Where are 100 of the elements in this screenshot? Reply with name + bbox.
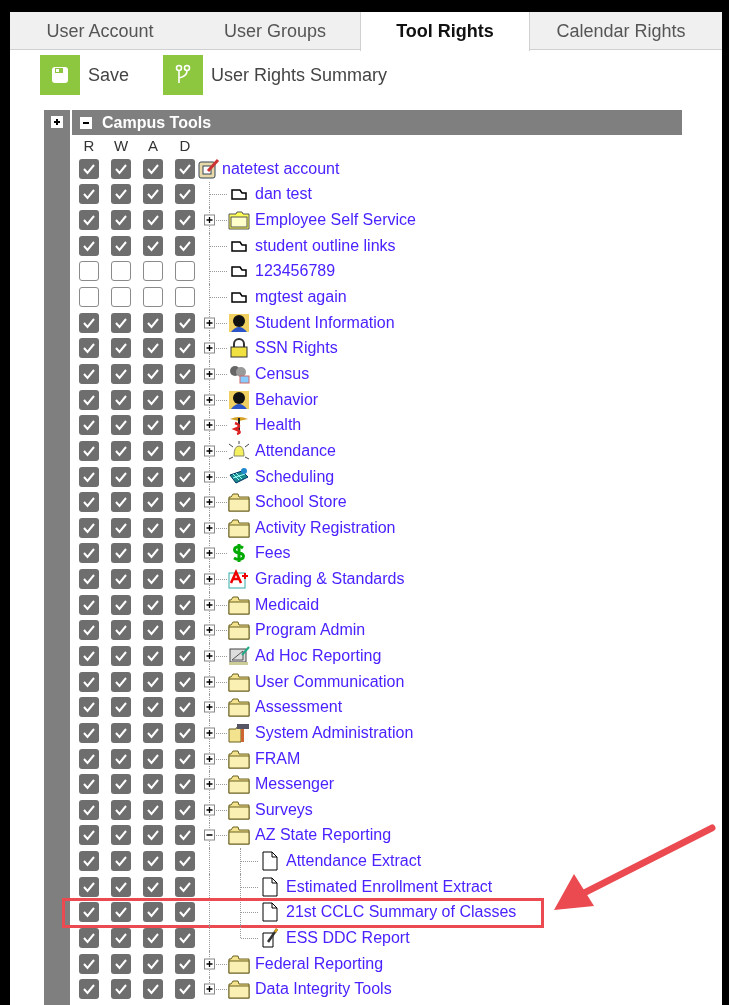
checkbox[interactable] (175, 876, 195, 897)
tree-link[interactable]: Messenger (255, 772, 335, 797)
checkbox[interactable] (111, 415, 131, 436)
checkbox[interactable] (79, 646, 99, 666)
expand-icon[interactable] (204, 342, 215, 354)
checkbox[interactable] (111, 928, 131, 949)
tab[interactable]: User Groups (190, 12, 360, 51)
checkbox[interactable] (175, 953, 195, 974)
checkbox[interactable] (175, 517, 195, 538)
tree-link[interactable]: Federal Reporting (255, 951, 384, 976)
checkbox[interactable] (175, 210, 195, 231)
checkbox[interactable] (143, 748, 163, 769)
tree-link[interactable]: Census (255, 361, 310, 386)
summary-button[interactable]: User Rights Summary (211, 61, 388, 89)
checkbox[interactable] (111, 851, 131, 872)
expand-icon[interactable] (51, 116, 63, 128)
expand-icon[interactable] (204, 624, 215, 636)
checkbox[interactable] (143, 594, 163, 615)
checkbox[interactable] (79, 953, 99, 974)
checkbox[interactable] (111, 697, 131, 718)
tab[interactable]: Calendar Rights (530, 12, 712, 51)
checkbox[interactable] (175, 722, 195, 743)
tree-link[interactable]: 123456789 (255, 259, 336, 284)
checkbox[interactable] (79, 517, 99, 538)
checkbox[interactable] (111, 953, 131, 974)
checkbox[interactable] (79, 440, 99, 461)
save-button[interactable]: Save (88, 61, 130, 89)
tree-link[interactable]: dan test (255, 182, 312, 207)
checkbox[interactable] (79, 876, 99, 897)
checkbox[interactable] (79, 774, 99, 795)
expand-icon[interactable] (204, 701, 215, 713)
expand-icon[interactable] (204, 394, 215, 406)
checkbox[interactable] (79, 415, 99, 436)
tree-link[interactable]: Behavior (255, 387, 319, 412)
tree-link[interactable]: Data Integrity Tools (255, 977, 392, 1002)
expand-icon[interactable] (204, 804, 215, 816)
tab[interactable]: Tool Rights (360, 12, 530, 51)
checkbox[interactable] (111, 261, 131, 282)
expand-icon[interactable] (204, 983, 215, 995)
checkbox[interactable] (143, 492, 163, 513)
checkbox[interactable] (143, 953, 163, 974)
checkbox[interactable] (143, 697, 163, 718)
checkbox[interactable] (143, 235, 163, 256)
checkbox[interactable] (143, 569, 163, 590)
checkbox[interactable] (143, 184, 163, 205)
checkbox[interactable] (175, 184, 195, 205)
checkbox[interactable] (175, 466, 195, 487)
tree-link[interactable]: Student Information (255, 310, 395, 335)
checkbox[interactable] (79, 363, 99, 384)
checkbox[interactable] (111, 287, 131, 307)
checkbox[interactable] (175, 338, 195, 359)
checkbox[interactable] (175, 646, 195, 666)
checkbox[interactable] (79, 338, 99, 359)
checkbox[interactable] (175, 261, 195, 282)
checkbox[interactable] (79, 671, 99, 692)
expand-icon[interactable] (204, 958, 215, 970)
checkbox[interactable] (143, 312, 163, 333)
checkbox[interactable] (111, 492, 131, 513)
expand-icon[interactable] (204, 727, 215, 739)
tree-link[interactable]: Attendance (255, 438, 336, 463)
tree-link[interactable]: Health (255, 413, 302, 438)
checkbox[interactable] (111, 569, 131, 590)
tree-link[interactable]: mgtest again (255, 285, 347, 309)
checkbox[interactable] (79, 312, 99, 333)
checkbox[interactable] (111, 748, 131, 769)
tree-link[interactable]: FRAM (255, 746, 301, 771)
expand-icon[interactable] (204, 471, 215, 482)
checkbox[interactable] (143, 774, 163, 795)
checkbox[interactable] (143, 671, 163, 692)
checkbox[interactable] (111, 620, 131, 641)
tree-link[interactable]: User Communication (255, 669, 405, 694)
checkbox[interactable] (175, 671, 195, 692)
checkbox[interactable] (143, 287, 163, 307)
checkbox[interactable] (143, 825, 163, 846)
checkbox[interactable] (143, 646, 163, 666)
checkbox[interactable] (143, 466, 163, 487)
checkbox[interactable] (175, 569, 195, 590)
checkbox[interactable] (79, 620, 99, 641)
checkbox[interactable] (111, 517, 131, 538)
checkbox[interactable] (143, 620, 163, 641)
checkbox[interactable] (79, 389, 99, 410)
checkbox[interactable] (175, 492, 195, 513)
expand-icon[interactable] (204, 214, 215, 226)
checkbox[interactable] (111, 363, 131, 384)
checkbox[interactable] (79, 184, 99, 205)
checkbox[interactable] (143, 799, 163, 820)
expand-icon[interactable] (204, 496, 215, 508)
checkbox[interactable] (175, 389, 195, 410)
checkbox[interactable] (111, 338, 131, 359)
checkbox[interactable] (175, 799, 195, 820)
checkbox[interactable] (175, 902, 195, 923)
tree-link[interactable]: Ad Hoc Reporting (255, 644, 382, 668)
checkbox[interactable] (79, 210, 99, 231)
checkbox[interactable] (79, 825, 99, 846)
expand-icon[interactable] (204, 547, 215, 559)
checkbox[interactable] (175, 312, 195, 333)
checkbox[interactable] (111, 594, 131, 615)
checkbox[interactable] (79, 748, 99, 769)
checkbox[interactable] (79, 979, 99, 1000)
expand-icon[interactable] (204, 317, 215, 329)
